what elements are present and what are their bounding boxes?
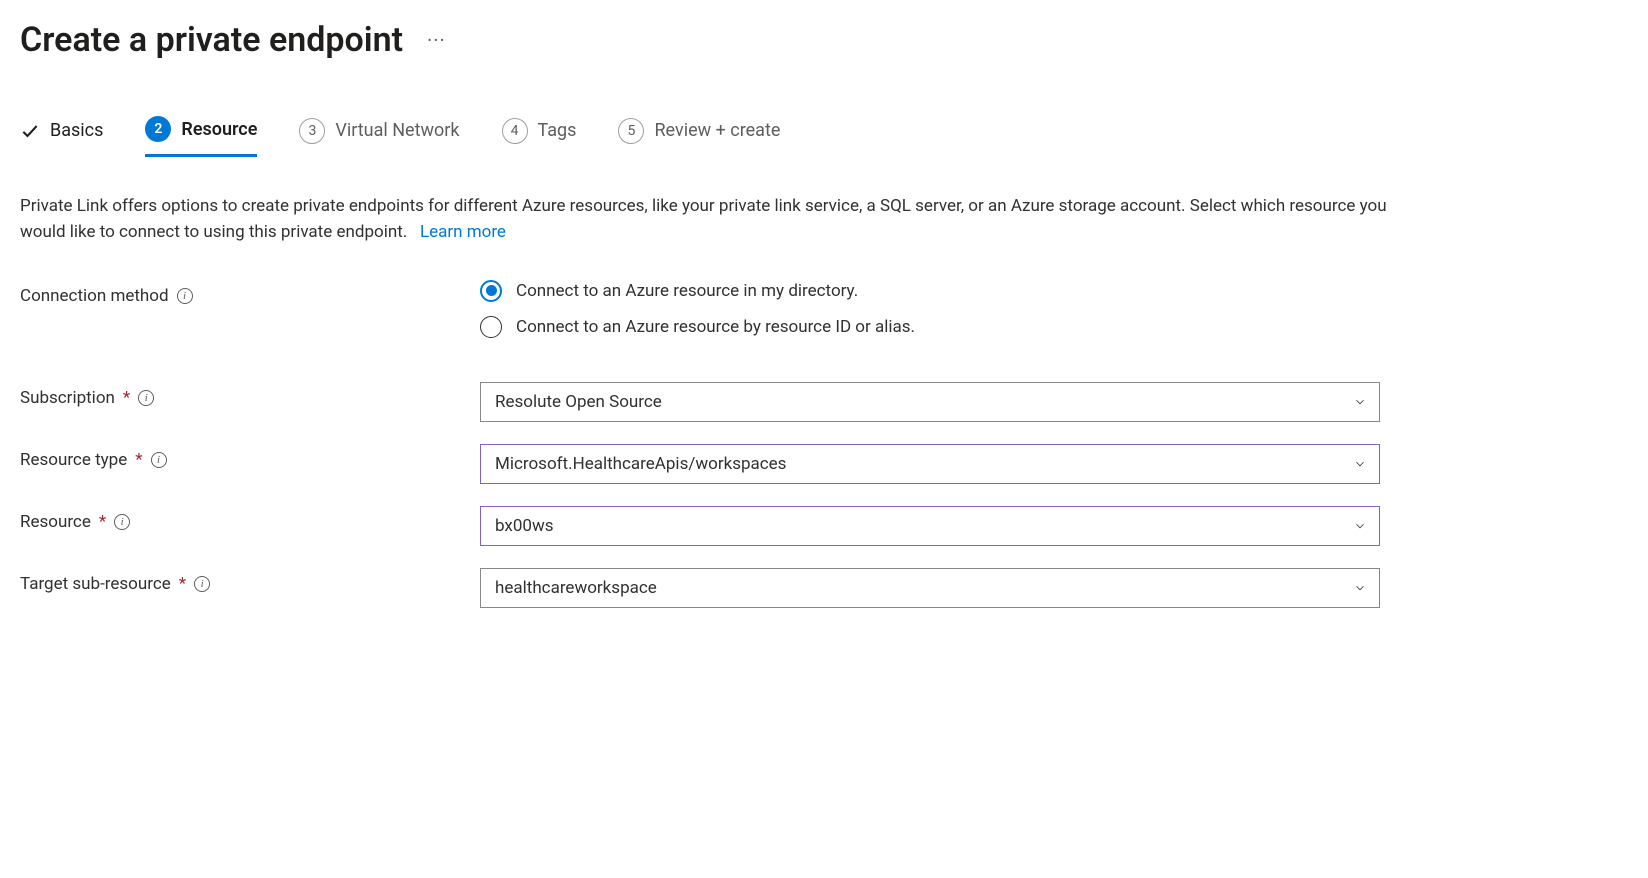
- more-icon[interactable]: ···: [427, 28, 446, 52]
- resource-type-value: Microsoft.HealthcareApis/workspaces: [495, 454, 786, 474]
- tab-review-label: Review + create: [654, 120, 780, 141]
- description-text: Private Link offers options to create pr…: [20, 196, 1387, 242]
- info-icon[interactable]: i: [138, 390, 154, 406]
- wizard-tabs: Basics 2 Resource 3 Virtual Network 4 Ta…: [20, 116, 1628, 157]
- tab-resource[interactable]: 2 Resource: [145, 116, 257, 157]
- info-icon[interactable]: i: [151, 452, 167, 468]
- chevron-down-icon: [1353, 519, 1367, 533]
- row-connection-method: Connection method i Connect to an Azure …: [20, 280, 1628, 338]
- label-subscription-text: Subscription: [20, 388, 115, 408]
- tab-virtual-network[interactable]: 3 Virtual Network: [299, 118, 459, 156]
- tab-resource-label: Resource: [181, 119, 257, 140]
- connection-method-radio-group: Connect to an Azure resource in my direc…: [480, 280, 1380, 338]
- label-resource-type-text: Resource type: [20, 450, 127, 470]
- label-connection-method: Connection method i: [20, 280, 480, 306]
- label-target-sub-resource: Target sub-resource * i: [20, 568, 480, 594]
- tab-vnet-num: 3: [299, 118, 325, 144]
- tab-tags-num: 4: [502, 118, 528, 144]
- required-mark: *: [135, 450, 142, 470]
- label-subscription: Subscription * i: [20, 382, 480, 408]
- chevron-down-icon: [1353, 457, 1367, 471]
- resource-value: bx00ws: [495, 516, 554, 536]
- radio-selected-icon: [480, 280, 502, 302]
- tab-basics[interactable]: Basics: [20, 120, 103, 153]
- label-resource: Resource * i: [20, 506, 480, 532]
- required-mark: *: [179, 574, 186, 594]
- check-icon: [20, 121, 40, 141]
- radio-alias-label: Connect to an Azure resource by resource…: [516, 317, 915, 337]
- resource-dropdown[interactable]: bx00ws: [480, 506, 1380, 546]
- page-title-text: Create a private endpoint: [20, 20, 403, 60]
- subscription-value: Resolute Open Source: [495, 392, 662, 412]
- row-resource: Resource * i bx00ws: [20, 506, 1628, 546]
- tab-resource-num: 2: [145, 116, 171, 142]
- tab-tags-label: Tags: [538, 120, 577, 141]
- row-target-sub-resource: Target sub-resource * i healthcareworksp…: [20, 568, 1628, 608]
- tab-review-create[interactable]: 5 Review + create: [618, 118, 780, 156]
- required-mark: *: [123, 388, 130, 408]
- radio-unselected-icon: [480, 316, 502, 338]
- tab-description: Private Link offers options to create pr…: [20, 193, 1400, 246]
- label-connection-method-text: Connection method: [20, 286, 169, 306]
- label-resource-text: Resource: [20, 512, 91, 532]
- info-icon[interactable]: i: [177, 288, 193, 304]
- chevron-down-icon: [1353, 395, 1367, 409]
- info-icon[interactable]: i: [114, 514, 130, 530]
- page-title: Create a private endpoint ···: [20, 20, 1628, 60]
- target-sub-resource-dropdown[interactable]: healthcareworkspace: [480, 568, 1380, 608]
- chevron-down-icon: [1353, 581, 1367, 595]
- resource-type-dropdown[interactable]: Microsoft.HealthcareApis/workspaces: [480, 444, 1380, 484]
- radio-directory-label: Connect to an Azure resource in my direc…: [516, 281, 858, 301]
- subscription-dropdown[interactable]: Resolute Open Source: [480, 382, 1380, 422]
- tab-tags[interactable]: 4 Tags: [502, 118, 577, 156]
- label-target-sub-text: Target sub-resource: [20, 574, 171, 594]
- radio-connect-directory[interactable]: Connect to an Azure resource in my direc…: [480, 280, 1380, 302]
- tab-review-num: 5: [618, 118, 644, 144]
- target-sub-value: healthcareworkspace: [495, 578, 657, 598]
- required-mark: *: [99, 512, 106, 532]
- tab-basics-label: Basics: [50, 120, 103, 141]
- learn-more-link[interactable]: Learn more: [420, 222, 506, 242]
- tab-vnet-label: Virtual Network: [335, 120, 459, 141]
- info-icon[interactable]: i: [194, 576, 210, 592]
- radio-connect-alias[interactable]: Connect to an Azure resource by resource…: [480, 316, 1380, 338]
- row-subscription: Subscription * i Resolute Open Source: [20, 382, 1628, 422]
- label-resource-type: Resource type * i: [20, 444, 480, 470]
- row-resource-type: Resource type * i Microsoft.HealthcareAp…: [20, 444, 1628, 484]
